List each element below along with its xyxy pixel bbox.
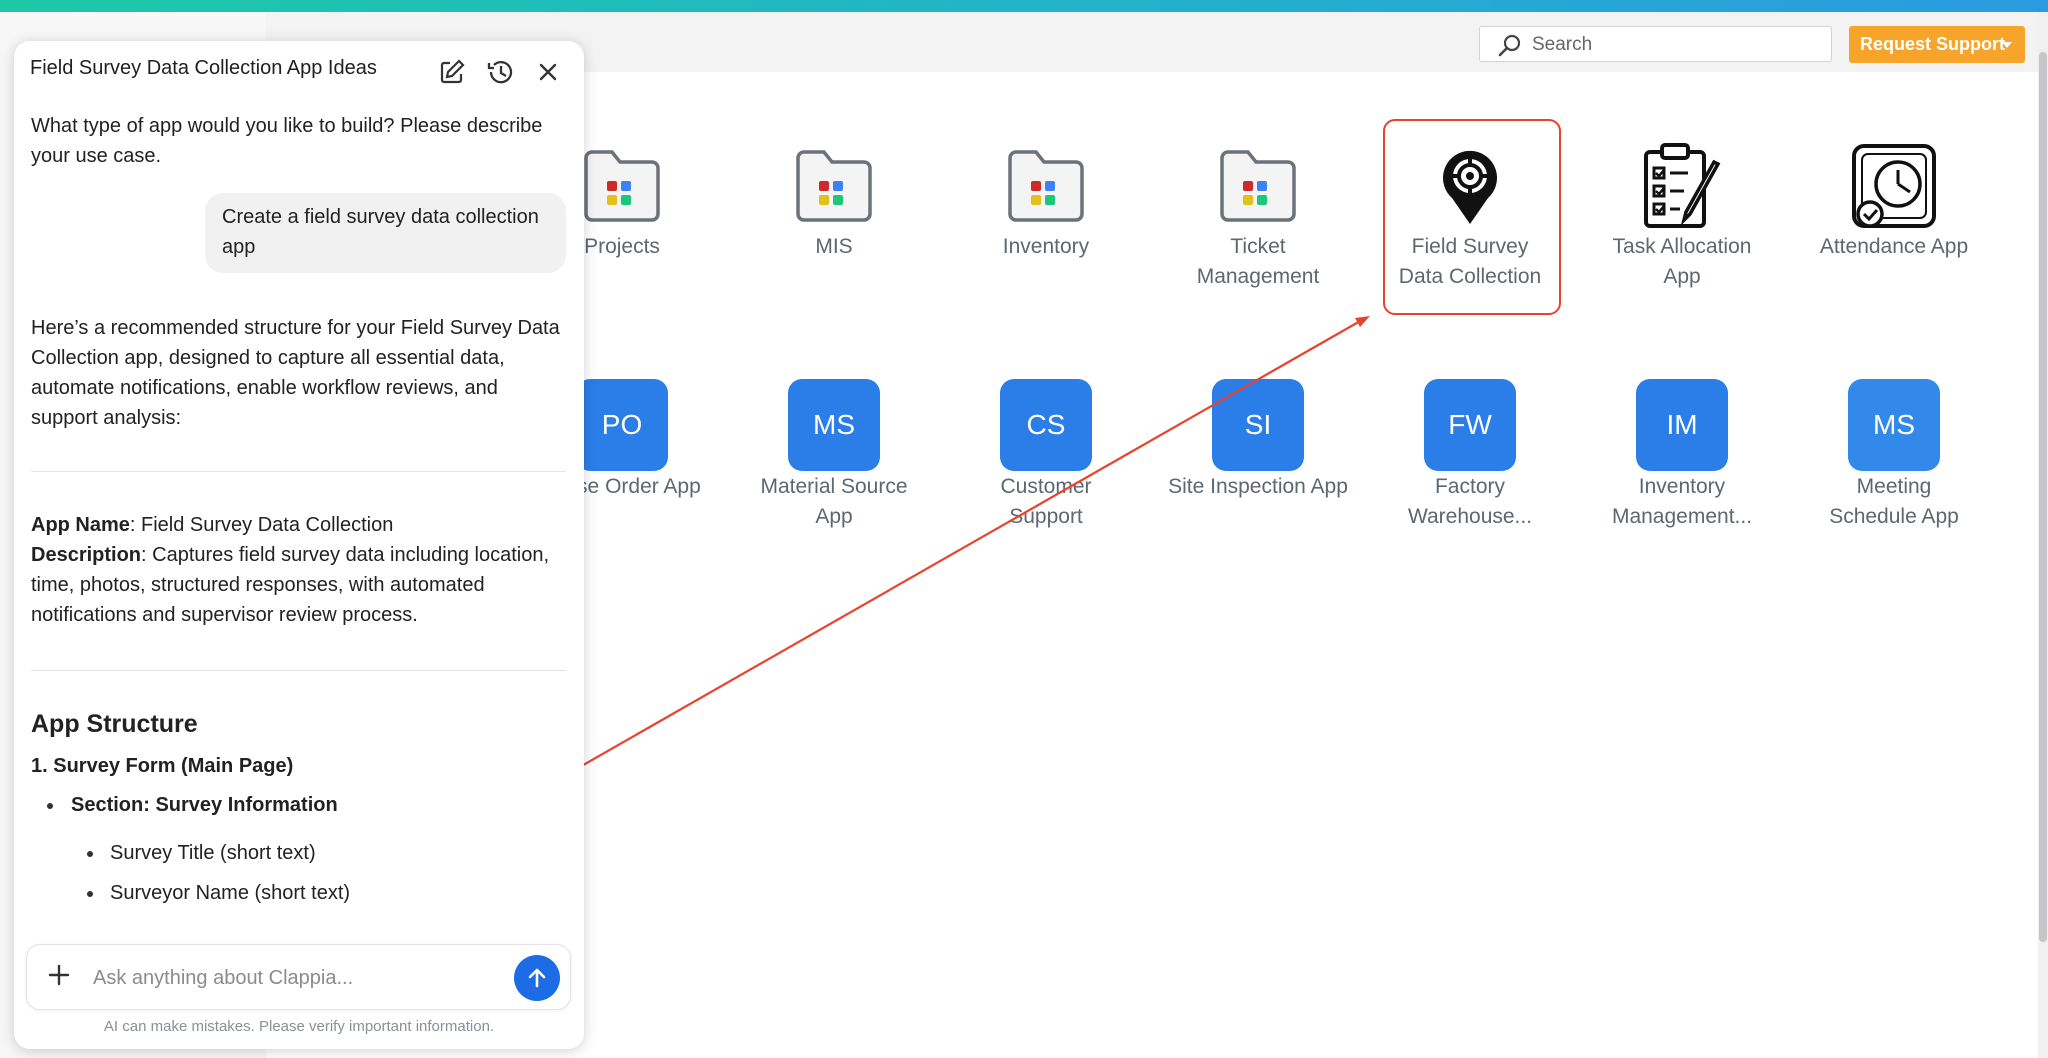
app-badge: MS: [788, 379, 880, 471]
section-heading: 1. Survey Form (Main Page): [31, 755, 294, 777]
app-badge: IM: [1636, 379, 1728, 471]
location-pin-icon: [1443, 150, 1497, 224]
close-icon[interactable]: [533, 57, 563, 87]
search-icon: [1498, 34, 1521, 57]
clock-check-icon: [1852, 144, 1936, 228]
app-tile-label: Ticket Management: [1196, 235, 1320, 288]
app-tile-label: Customer Support: [1000, 475, 1092, 528]
app-tile-label: Inventory: [1002, 235, 1090, 258]
list-item: Section: Survey Information: [31, 790, 566, 820]
description-label: Description: [31, 544, 142, 566]
search-input[interactable]: [1530, 31, 1824, 59]
list-item: Surveyor Name (short text): [31, 878, 566, 908]
divider: [31, 670, 566, 671]
app-tile-label: MIS: [815, 235, 853, 258]
edit-icon[interactable]: [437, 57, 467, 87]
folder-icon: [1220, 150, 1296, 222]
app-name-label: App Name: [31, 514, 130, 536]
ai-disclaimer: AI can make mistakes. Please verify impo…: [103, 1018, 495, 1035]
app-tile-label: Field Survey Data Collection: [1398, 235, 1542, 288]
folder-icon: [584, 150, 660, 222]
user-message: Create a field survey data collection ap…: [205, 193, 566, 273]
app-tile-field-survey[interactable]: Field Survey Data Collection: [1380, 146, 1560, 292]
chat-input[interactable]: [91, 963, 495, 993]
app-tile-label: Attendance App: [1819, 235, 1969, 258]
app-tile-label: Material Source App: [760, 475, 908, 528]
history-icon[interactable]: [485, 57, 515, 87]
structure-heading: App Structure: [31, 710, 198, 738]
search-box[interactable]: [1479, 26, 1832, 62]
assistant-message: Here’s a recommended structure for your …: [31, 317, 560, 429]
description-line: Description: Captures field survey data …: [31, 540, 566, 630]
app-tile-inventory[interactable]: Inventory: [956, 146, 1136, 262]
assistant-message: What type of app would you like to build…: [31, 115, 543, 167]
clipboard-checklist-icon: [1644, 143, 1721, 228]
scrollbar[interactable]: [2038, 12, 2048, 1058]
ai-chat-panel: Field Survey Data Collection App Ideas W…: [14, 41, 584, 1049]
chat-title: Field Survey Data Collection App Ideas: [30, 57, 377, 79]
app-name-value: : Field Survey Data Collection: [129, 514, 394, 536]
app-tile-material-source[interactable]: MS Material Source App: [744, 379, 924, 532]
app-tile-inventory-management[interactable]: IM Inventory Management...: [1592, 379, 1772, 532]
request-support-button[interactable]: Request Support: [1849, 26, 2025, 63]
app-tile-label: Factory Warehouse...: [1407, 475, 1533, 528]
app-tile-ticket-management[interactable]: Ticket Management: [1168, 146, 1348, 292]
top-accent-bar: [0, 0, 2048, 12]
app-tile-mis[interactable]: MIS: [744, 146, 924, 262]
app-tile-customer-support[interactable]: CS Customer Support: [956, 379, 1136, 532]
app-tile-label: Task Allocation App: [1612, 235, 1752, 288]
app-badge: PO: [576, 379, 668, 471]
scrollbar-thumb[interactable]: [2039, 52, 2047, 942]
app-badge: MS: [1848, 379, 1940, 471]
chat-composer: [26, 944, 571, 1010]
send-button[interactable]: [514, 955, 560, 1001]
arrow-up-icon: [528, 968, 546, 988]
caret-down-icon: [2002, 42, 2012, 48]
folder-icon: [796, 150, 872, 222]
app-tile-meeting-schedule[interactable]: MS Meeting Schedule App: [1804, 379, 1984, 532]
app-tile-attendance[interactable]: Attendance App: [1804, 142, 1984, 262]
list-item: Survey Title (short text): [31, 838, 566, 868]
folder-icon: [1008, 150, 1084, 222]
app-badge: FW: [1424, 379, 1516, 471]
app-badge: SI: [1212, 379, 1304, 471]
app-name-line: App Name: Field Survey Data Collection: [31, 510, 566, 540]
app-tile-label: Site Inspection App: [1168, 475, 1348, 498]
chat-messages: What type of app would you like to build…: [31, 111, 566, 971]
divider: [31, 471, 566, 472]
app-tile-label: Inventory Management...: [1611, 475, 1753, 528]
app-tile-site-inspection[interactable]: SI Site Inspection App: [1168, 379, 1348, 502]
plus-icon[interactable]: [45, 961, 73, 989]
app-tile-task-allocation[interactable]: Task Allocation App: [1592, 142, 1772, 292]
app-badge: CS: [1000, 379, 1092, 471]
app-tile-label: Meeting Schedule App: [1829, 475, 1959, 528]
app-tile-factory-warehouse[interactable]: FW Factory Warehouse...: [1380, 379, 1560, 532]
request-support-label: Request Support: [1860, 34, 2006, 54]
